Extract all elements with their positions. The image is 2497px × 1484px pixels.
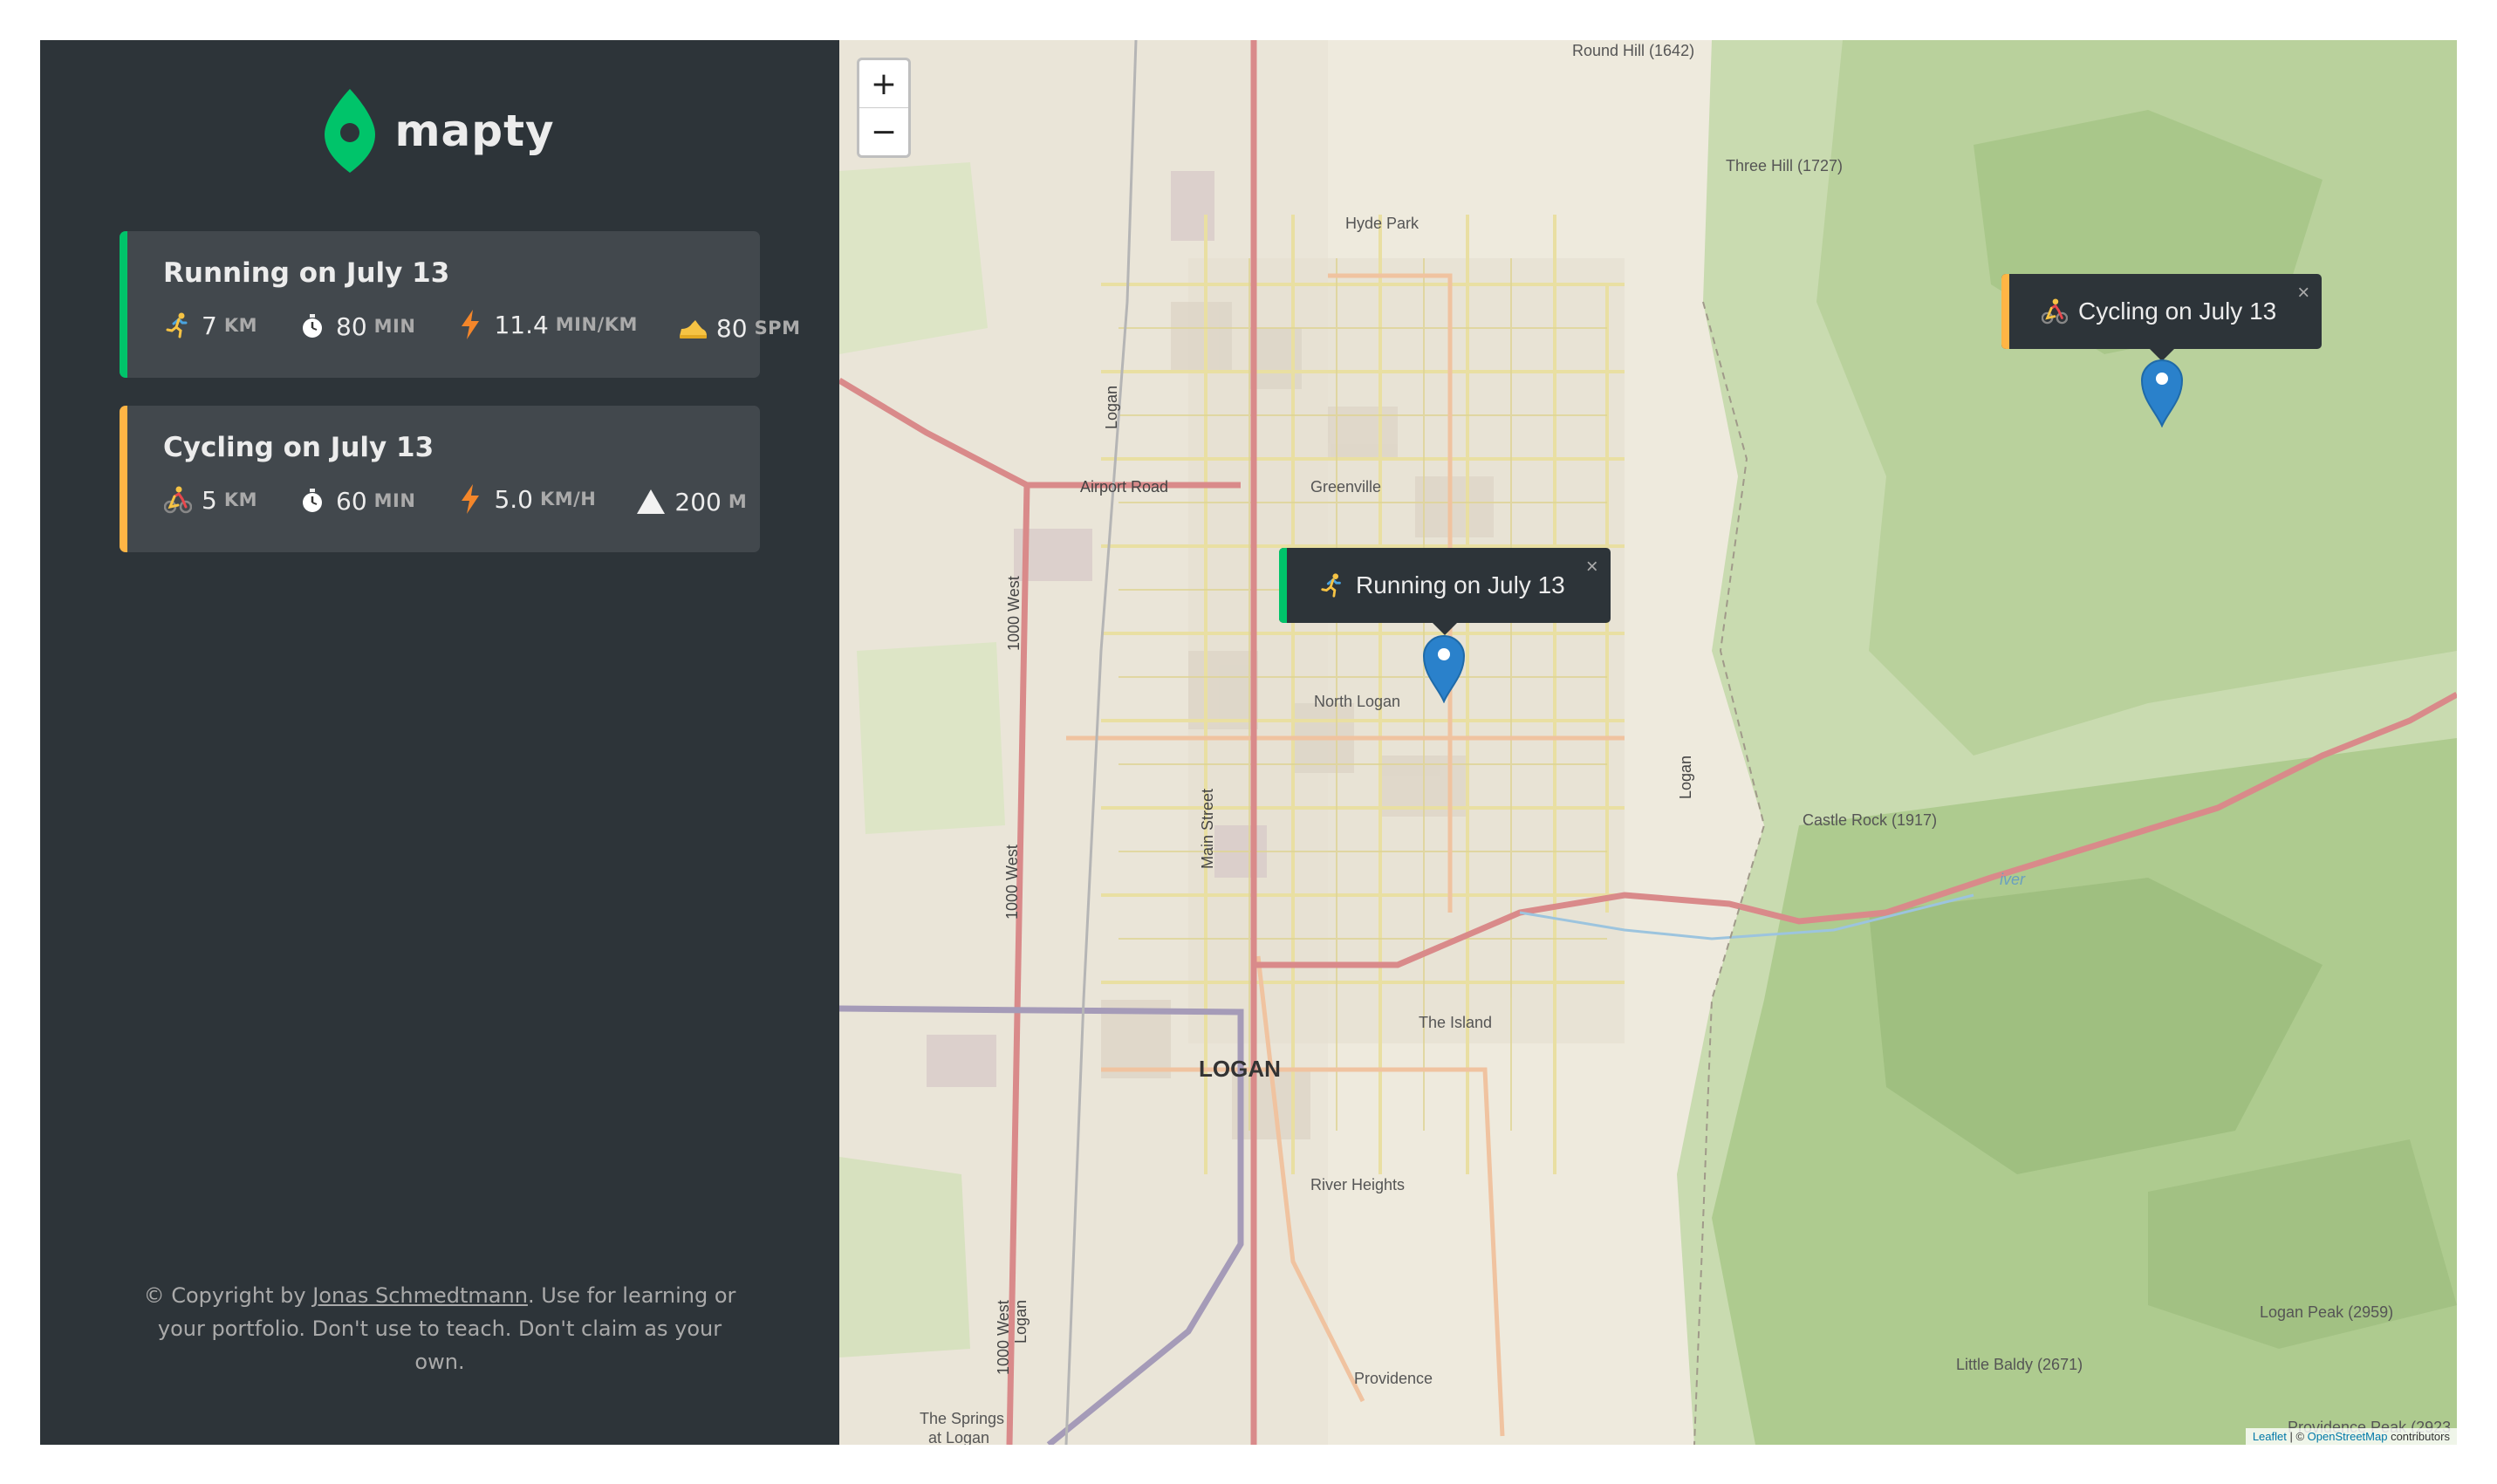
workout-unit: min: [373, 316, 416, 337]
zoom-in-button[interactable]: +: [859, 60, 908, 107]
map-label: Round Hill (1642): [1572, 42, 1695, 59]
popup-cycling[interactable]: Cycling on July 13 ×: [2001, 274, 2323, 361]
map-label: iver: [2000, 871, 2026, 888]
map-pin-logo-icon: [325, 89, 376, 173]
copyright-prefix: © Copyright by: [143, 1283, 313, 1308]
popup-bar: [1279, 548, 1287, 623]
map-label: Logan: [1012, 1299, 1030, 1344]
workout-value: 5: [202, 485, 217, 515]
attribution-suffix: contributors: [2387, 1430, 2450, 1443]
workout-title: Running on July 13: [163, 257, 450, 289]
map-label: 1000 West: [995, 1300, 1012, 1375]
cycling-icon: [163, 485, 193, 515]
workout-value: 200: [674, 487, 722, 516]
workout-value: 60: [336, 486, 367, 516]
workout-unit: min: [373, 490, 416, 511]
map-label: at Logan: [928, 1429, 990, 1445]
map-label: Greenville: [1310, 478, 1382, 496]
popup-close-button[interactable]: ×: [2297, 281, 2309, 305]
map-marker-cycling[interactable]: [2140, 358, 2184, 427]
sidebar: mapty Running on July 13 7 KM 80 MIN 11.…: [40, 40, 839, 1445]
workout-detail-distance: 7 km: [163, 311, 257, 340]
workout-value: 11.4: [494, 310, 549, 339]
lightning-icon: [455, 484, 485, 514]
attribution-sep: | ©: [2286, 1430, 2308, 1443]
workout-details: 7 km 80 min: [163, 310, 800, 343]
map-label: 1000 West: [1003, 845, 1021, 920]
workout-card-running[interactable]: Running on July 13 7 km: [120, 231, 800, 378]
workout-value: 80: [336, 311, 367, 341]
workout-detail-cadence: 80 spm: [678, 313, 801, 343]
map-label: Providence: [1354, 1370, 1433, 1387]
workout-detail-distance: 5 km: [163, 485, 257, 515]
map-label: Logan: [1677, 755, 1694, 799]
workout-unit: km: [223, 315, 257, 336]
map-marker-running[interactable]: [1422, 633, 1466, 703]
map-label: The Springs: [920, 1410, 1005, 1427]
map-label: Logan: [1103, 385, 1120, 429]
map-label: The Island: [1419, 1014, 1493, 1031]
workout-unit: spm: [754, 318, 801, 339]
zoom-out-button[interactable]: −: [859, 107, 908, 155]
stopwatch-icon: [298, 311, 327, 341]
workout-details: 5 km 60 min: [163, 484, 760, 516]
workout-unit: km/h: [539, 489, 597, 509]
popup-bar: [2001, 274, 2009, 349]
cycling-icon: [2042, 298, 2068, 325]
shoe-icon: [678, 313, 708, 343]
workout-value: 80: [715, 313, 748, 343]
osm-link[interactable]: OpenStreetMap: [2308, 1430, 2388, 1443]
map-label: North Logan: [1314, 693, 1401, 710]
map-label: Logan Peak (2959): [2260, 1303, 2394, 1321]
workout-detail-pace: 11.4 min/km: [455, 310, 637, 339]
logo-text: mapty: [394, 106, 555, 156]
app: mapty Running on July 13 7 KM 80 MIN 11.…: [40, 40, 2457, 1445]
workout-unit: km: [223, 489, 257, 510]
stopwatch-icon: [298, 486, 327, 516]
popup-text: Running on July 13: [1356, 571, 1565, 598]
workout-detail-speed: 5.0 km/h: [455, 484, 596, 514]
map-attribution: Leaflet | © OpenStreetMap contributors: [2245, 1428, 2457, 1445]
running-icon: [1319, 572, 1345, 598]
workouts-list: Running on July 13 7 km: [40, 231, 839, 552]
workout-title: Cycling on July 13: [163, 432, 434, 463]
workout-detail-elevation: 200 m: [636, 487, 747, 516]
running-icon: [163, 311, 193, 340]
mountain-icon: [636, 487, 666, 516]
map-label: Little Baldy (2671): [1956, 1356, 2083, 1373]
popup-text: Cycling on July 13: [2078, 297, 2277, 325]
map-label: Hyde Park: [1345, 215, 1420, 232]
author-link[interactable]: Jonas Schmedtmann: [312, 1283, 528, 1308]
workout-unit: m: [728, 491, 748, 512]
lightning-icon: [455, 310, 485, 339]
map-label: Main Street: [1199, 788, 1216, 869]
popup-close-button[interactable]: ×: [1586, 555, 1598, 579]
workout-unit: min/km: [555, 314, 638, 335]
map-label: Three Hill (1727): [1726, 157, 1844, 174]
logo: mapty: [40, 87, 839, 174]
workout-detail-duration: 80 min: [298, 311, 415, 341]
map-label: LOGAN: [1199, 1056, 1281, 1082]
workout-card-cycling[interactable]: Cycling on July 13 5 KM 60 MIN 5.0 KM/H …: [120, 406, 760, 552]
map-tiles: [839, 40, 2457, 1445]
workout-value: 5.0: [494, 484, 533, 514]
popup-running[interactable]: Running on July 13 ×: [1279, 548, 1611, 635]
zoom-control: + −: [857, 58, 911, 158]
workout-value: 7: [202, 311, 217, 340]
workout-detail-duration: 60 min: [298, 486, 415, 516]
copyright: © Copyright by Jonas Schmedtmann. Use fo…: [40, 1279, 839, 1378]
map[interactable]: + − Round Hill (1642) Three Hill (1727) …: [839, 40, 2457, 1445]
map-label: 1000 West: [1005, 576, 1023, 651]
leaflet-link[interactable]: Leaflet: [2253, 1430, 2287, 1443]
map-label: Airport Road: [1080, 478, 1169, 496]
map-label: River Heights: [1310, 1176, 1406, 1193]
map-label: Castle Rock (1917): [1803, 811, 1938, 829]
